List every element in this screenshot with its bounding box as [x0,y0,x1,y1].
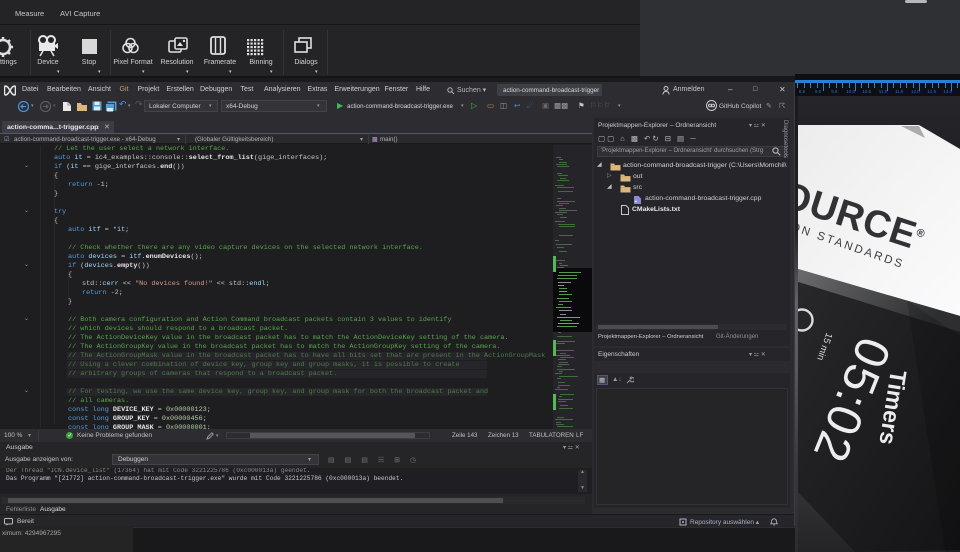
svg-text:+: + [635,199,638,205]
